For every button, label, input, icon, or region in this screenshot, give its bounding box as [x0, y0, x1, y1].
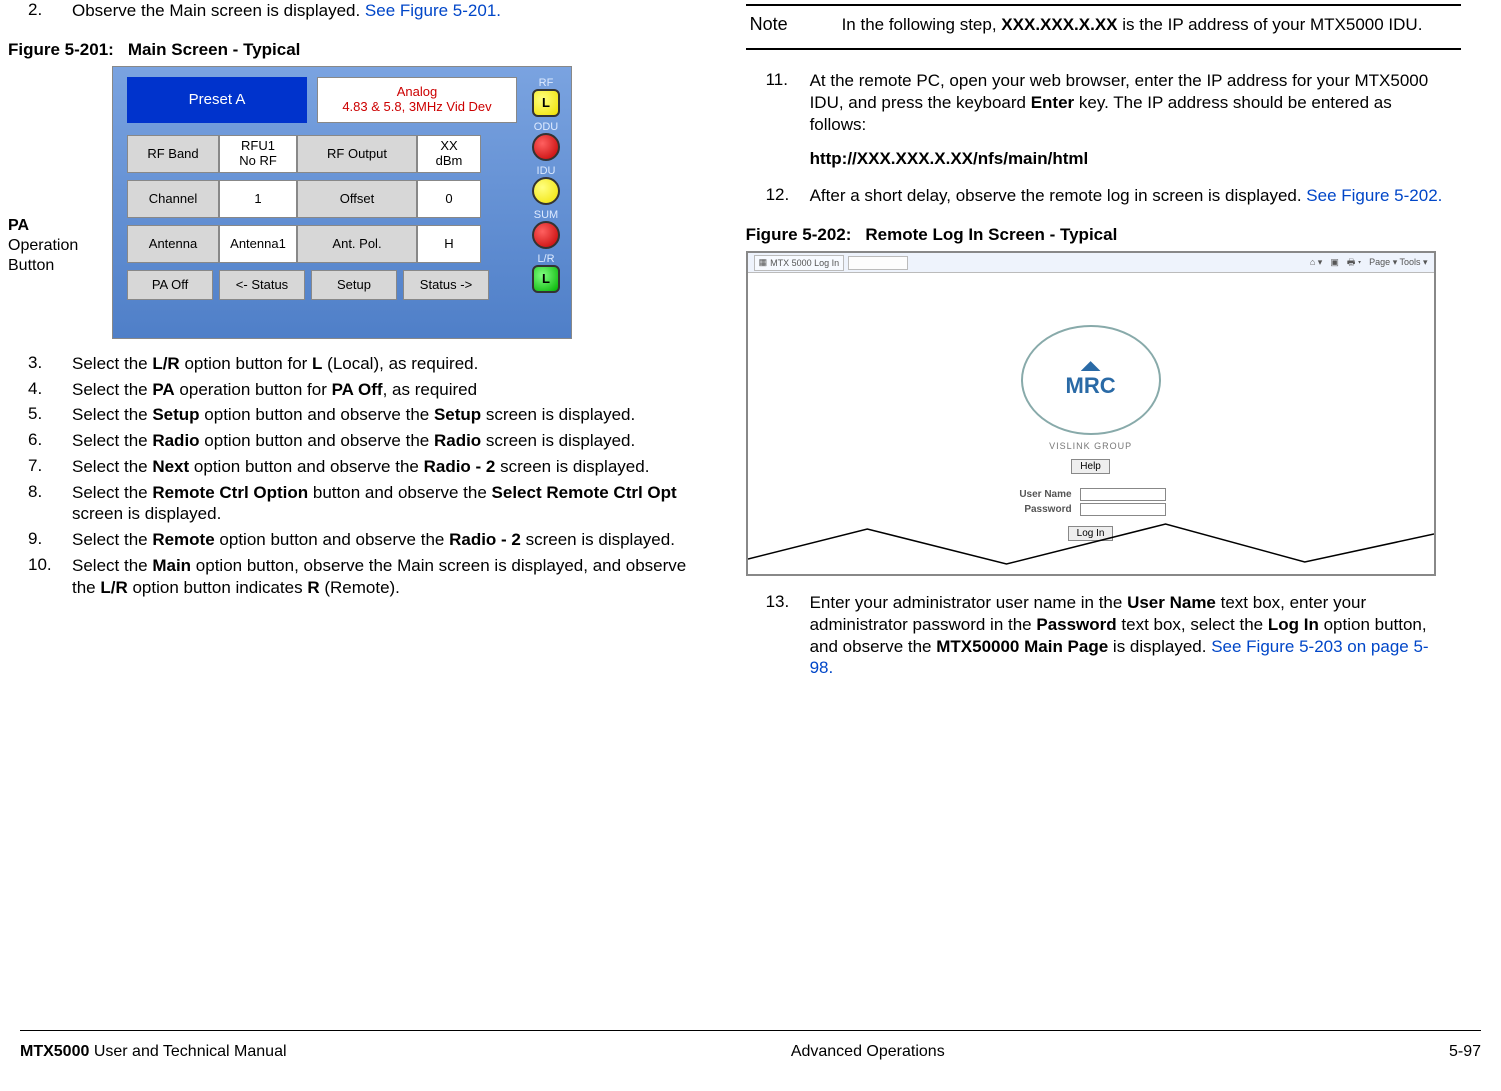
- page-footer: MTX5000 User and Technical Manual Advanc…: [20, 1043, 1481, 1061]
- status-fwd-button[interactable]: Status ->: [403, 270, 489, 300]
- channel-label: Channel: [127, 180, 219, 218]
- step-text: At the remote PC, open your web browser,…: [810, 70, 1461, 135]
- step-text: Observe the Main screen is displayed. Se…: [72, 0, 716, 22]
- channel-value[interactable]: 1: [219, 180, 297, 218]
- url-example: http://XXX.XXX.X.XX/nfs/main/html: [746, 149, 1461, 169]
- home-icon[interactable]: ⌂ ▾: [1310, 257, 1322, 268]
- setup-button[interactable]: Setup: [311, 270, 397, 300]
- login-screenshot: ▦ MTX 5000 Log In ⌂ ▾ ▣ 🖶 ▾ Page ▾ Tools…: [746, 251, 1436, 576]
- odu-led-icon: [532, 133, 560, 161]
- step-number: 3.: [8, 353, 72, 375]
- note-body: In the following step, XXX.XXX.X.XX is t…: [842, 14, 1457, 36]
- browser-tab[interactable]: ▦ MTX 5000 Log In: [754, 255, 845, 271]
- step-text: Select the PA operation button for PA Of…: [72, 379, 716, 401]
- note-label: Note: [750, 14, 842, 36]
- step-text: Enter your administrator user name in th…: [810, 592, 1461, 679]
- cross-ref-link[interactable]: See Figure 5-203 on page 5-98.: [810, 637, 1429, 678]
- rfband-label: RF Band: [127, 135, 219, 173]
- antenna-label: Antenna: [127, 225, 219, 263]
- step-number: 5.: [8, 404, 72, 426]
- rfband-value[interactable]: RFU1No RF: [219, 135, 297, 173]
- text: Observe the Main screen is displayed.: [72, 1, 365, 20]
- step-text: Select the Remote option button and obse…: [72, 529, 716, 551]
- step-text: Select the Remote Ctrl Option button and…: [72, 482, 716, 526]
- offset-value[interactable]: 0: [417, 180, 481, 218]
- step-text: Select the Radio option button and obser…: [72, 430, 716, 452]
- step-number: 8.: [8, 482, 72, 526]
- main-screen-figure: Preset A Analog 4.83 & 5.8, 3MHz Vid Dev…: [112, 66, 572, 339]
- preset-button[interactable]: Preset A: [127, 77, 307, 123]
- step-text: Select the L/R option button for L (Loca…: [72, 353, 716, 375]
- lr-led-icon[interactable]: L: [532, 265, 560, 293]
- footer-rule: [20, 1030, 1481, 1031]
- figure-caption: Figure 5-201:Main Screen - Typical: [8, 40, 716, 60]
- antpol-value[interactable]: H: [417, 225, 481, 263]
- step-number: 4.: [8, 379, 72, 401]
- cross-ref-link[interactable]: See Figure 5-202.: [1306, 186, 1442, 205]
- feeds-icon[interactable]: ▣: [1330, 257, 1339, 268]
- step-number: 13.: [746, 592, 810, 679]
- step-text: Select the Next option button and observ…: [72, 456, 716, 478]
- figure-caption: Figure 5-202:Remote Log In Screen - Typi…: [746, 225, 1461, 245]
- page-icon: ▦: [759, 257, 768, 268]
- step-number: 11.: [746, 70, 810, 135]
- step-number: 9.: [8, 529, 72, 551]
- mrc-logo-icon: MRC: [1021, 325, 1161, 435]
- status-led-strip: RF L ODU IDU SUM L/R L: [527, 73, 565, 293]
- step-number: 12.: [746, 185, 810, 207]
- print-icon[interactable]: 🖶 ▾: [1347, 255, 1361, 271]
- step-number: 10.: [8, 555, 72, 599]
- help-button[interactable]: Help: [1071, 459, 1110, 474]
- username-label: User Name: [1016, 489, 1072, 500]
- rfoutput-label: RF Output: [297, 135, 417, 173]
- step-text: Select the Setup option button and obser…: [72, 404, 716, 426]
- browser-tab-bar: ▦ MTX 5000 Log In ⌂ ▾ ▣ 🖶 ▾ Page ▾ Tools…: [748, 253, 1434, 273]
- callout-label: PAOperationButton: [8, 66, 112, 276]
- step-number: 7.: [8, 456, 72, 478]
- offset-label: Offset: [297, 180, 417, 218]
- browser-toolbar[interactable]: ⌂ ▾ ▣ 🖶 ▾ Page ▾ Tools ▾: [1310, 255, 1428, 271]
- step-number: 6.: [8, 430, 72, 452]
- status-back-button[interactable]: <- Status: [219, 270, 305, 300]
- note-box: Note In the following step, XXX.XXX.X.XX…: [746, 4, 1461, 50]
- idu-led-icon: [532, 177, 560, 205]
- antpol-label: Ant. Pol.: [297, 225, 417, 263]
- rf-led-icon: L: [532, 89, 560, 117]
- logo-subtitle: VISLINK GROUP: [981, 441, 1201, 451]
- step-text: After a short delay, observe the remote …: [810, 185, 1461, 207]
- rfoutput-value[interactable]: XXdBm: [417, 135, 481, 173]
- step-number: 2.: [8, 0, 72, 22]
- torn-edge-icon: [748, 514, 1434, 574]
- cross-ref-link[interactable]: See Figure 5-201.: [365, 1, 501, 20]
- username-input[interactable]: [1080, 488, 1166, 501]
- new-tab-icon[interactable]: [848, 256, 908, 270]
- pa-button[interactable]: PA Off: [127, 270, 213, 300]
- mode-display: Analog 4.83 & 5.8, 3MHz Vid Dev: [317, 77, 517, 123]
- antenna-value[interactable]: Antenna1: [219, 225, 297, 263]
- step-text: Select the Main option button, observe t…: [72, 555, 716, 599]
- sum-led-icon: [532, 221, 560, 249]
